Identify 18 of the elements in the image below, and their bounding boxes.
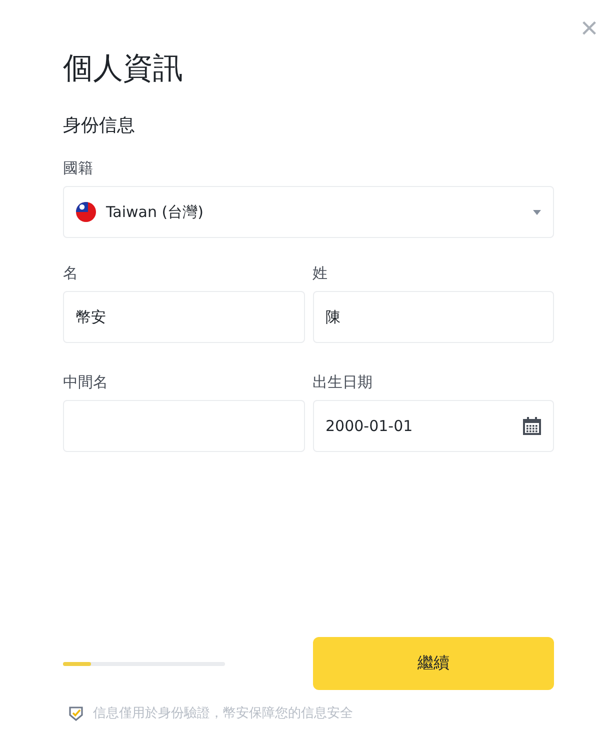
field-label: 國籍	[63, 159, 94, 178]
country-value: Taiwan (台灣)	[106, 202, 204, 222]
dropdown-caret-icon	[533, 210, 541, 214]
field-label: 姓	[312, 264, 328, 283]
section-heading: 身份信息	[63, 114, 136, 137]
country-select[interactable]: Taiwan (台灣)	[63, 186, 554, 238]
input-field[interactable]: 幣安	[63, 291, 304, 343]
input-field[interactable]: 陳	[312, 291, 554, 343]
flag-icon	[76, 202, 96, 222]
calendar-icon	[523, 417, 541, 435]
field-label: 名	[63, 264, 79, 283]
dialog-title: 個人資訊	[63, 50, 184, 88]
field-label: 出生日期	[312, 373, 374, 392]
shield-check-icon	[69, 706, 83, 720]
privacy-notice: 信息僅用於身份驗證，幣安保障您的信息安全	[93, 705, 353, 722]
continue-button[interactable]: 繼續	[312, 637, 554, 690]
date-field[interactable]: 2000-01-01	[312, 400, 554, 452]
field-label: 中間名	[63, 373, 109, 392]
